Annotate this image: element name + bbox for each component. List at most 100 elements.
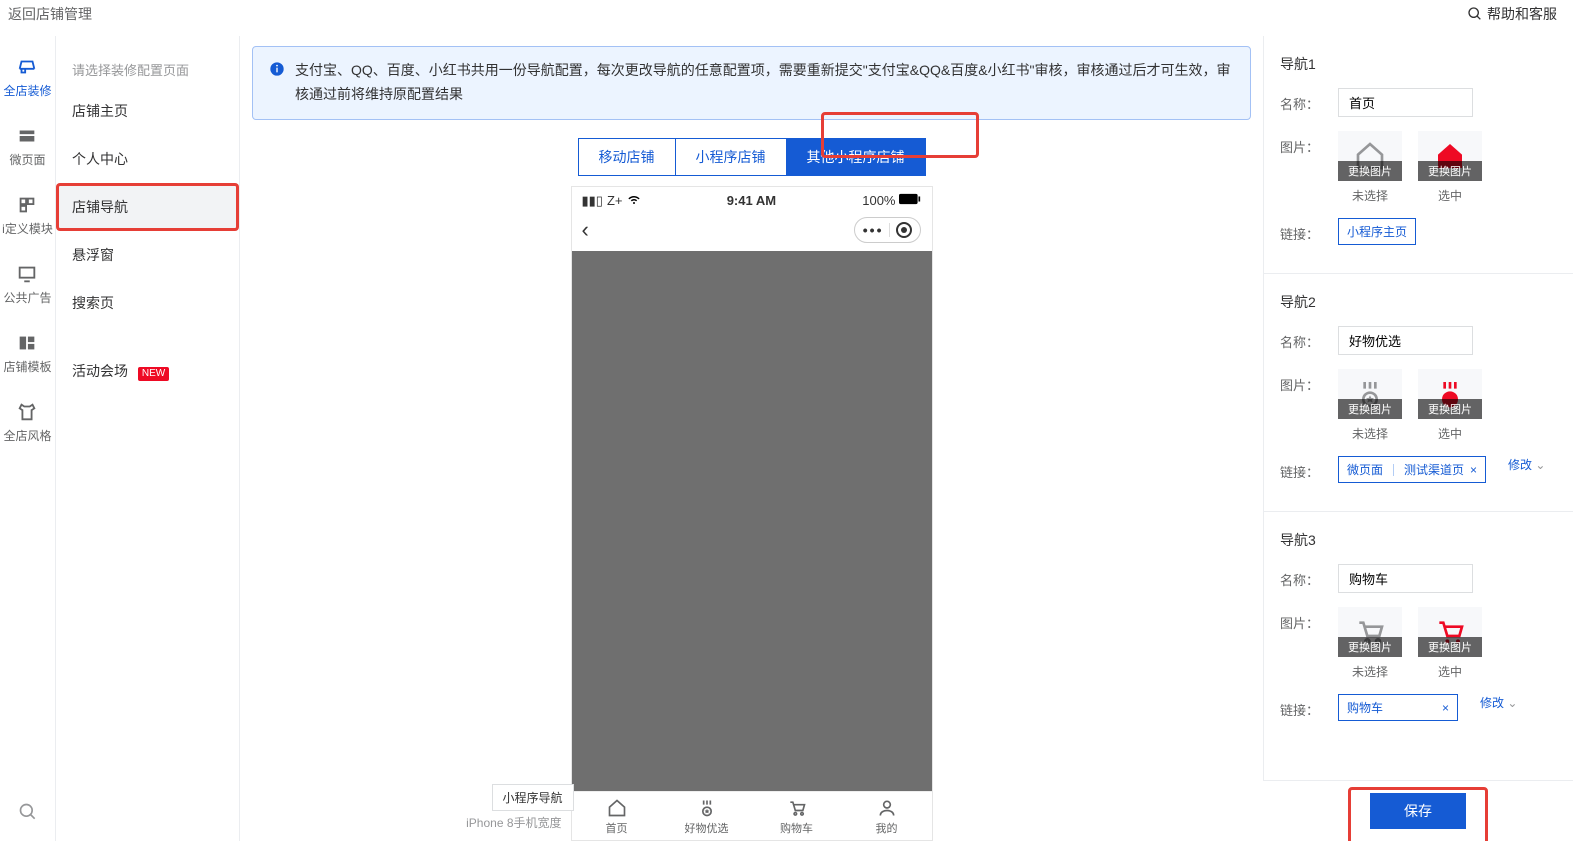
home-icon [607, 798, 627, 818]
help-link[interactable]: 帮助和客服 [1467, 4, 1557, 24]
subtab-other-miniprogram[interactable]: 其他小程序店铺 [787, 138, 926, 176]
close-icon[interactable]: × [1470, 463, 1477, 477]
img-caption: 选中 [1438, 187, 1462, 204]
change-label: 更换图片 [1338, 637, 1402, 657]
cart-icon [787, 798, 807, 818]
workspace: 支付宝、QQ、百度、小红书共用一份导航配置，每次更改导航的任意配置项，需要重新提… [240, 36, 1263, 841]
highlight-box [1348, 787, 1488, 841]
phone-tab-home[interactable]: 首页 [572, 792, 662, 840]
img-selected[interactable]: 更换图片 [1418, 131, 1482, 181]
rail-item-custom[interactable]: i定义模块 [2, 194, 53, 237]
sidebar-item-personal[interactable]: 个人中心 [56, 135, 239, 183]
img-caption: 选中 [1438, 663, 1462, 680]
img-unselected[interactable]: 更换图片 [1338, 607, 1402, 657]
link-seg: 测试渠道页 [1404, 461, 1464, 478]
group-title: 导航1 [1280, 54, 1557, 74]
change-label: 更换图片 [1418, 399, 1482, 419]
img-selected[interactable]: 更换图片 [1418, 369, 1482, 419]
link-label: 链接： [1280, 694, 1326, 719]
page-icon [16, 125, 38, 147]
name-label: 名称： [1280, 564, 1326, 589]
link-tag[interactable]: 小程序主页 [1338, 218, 1416, 245]
icon-rail: 全店装修 微页面 i定义模块 公共广告 店铺模板 全店风格 [0, 36, 56, 841]
back-link[interactable]: 返回店铺管理 [8, 4, 92, 24]
phone-body [572, 251, 932, 791]
rail-item-publicad[interactable]: 公共广告 [3, 263, 51, 306]
miniprogram-capsule[interactable]: ••• [854, 217, 922, 243]
img-unselected[interactable]: 更换图片 [1338, 131, 1402, 181]
search-button[interactable] [18, 802, 38, 825]
change-label: 更换图片 [1418, 637, 1482, 657]
link-tag[interactable]: 微页面 测试渠道页 × [1338, 456, 1486, 483]
name-input[interactable] [1338, 564, 1473, 593]
sidebar-hint: 请选择装修配置页面 [56, 52, 239, 87]
rail-item-micropage[interactable]: 微页面 [9, 125, 45, 168]
subtab-mobile[interactable]: 移动店铺 [578, 138, 676, 176]
sidebar-item-search[interactable]: 搜索页 [56, 279, 239, 327]
name-input[interactable] [1338, 326, 1473, 355]
phone-tabbar: 首页 好物优选 购物车 我的 [572, 791, 932, 840]
back-icon[interactable]: ‹ [582, 217, 589, 243]
name-input[interactable] [1338, 88, 1473, 117]
phone-preview: ▮▮▯ Z+ 9:41 AM 100% [571, 186, 933, 841]
link-tag[interactable]: 购物车 × [1338, 694, 1458, 721]
img-unselected[interactable]: 更换图片 [1338, 369, 1402, 419]
img-caption: 未选择 [1352, 663, 1388, 680]
close-icon[interactable]: × [1442, 701, 1449, 715]
img-label: 图片： [1280, 131, 1326, 156]
sidebar-item-float[interactable]: 悬浮窗 [56, 231, 239, 279]
img-caption: 选中 [1438, 425, 1462, 442]
link-label: 链接： [1280, 456, 1326, 481]
group-title: 导航3 [1280, 530, 1557, 550]
rail-item-style[interactable]: 全店风格 [3, 401, 51, 444]
wifi-icon [627, 193, 641, 208]
rail-item-decorate[interactable]: 全店装修 [3, 56, 51, 99]
change-label: 更换图片 [1418, 161, 1482, 181]
template-icon [16, 332, 38, 354]
signal-icon: ▮▮▯ [582, 193, 603, 209]
name-label: 名称： [1280, 326, 1326, 351]
nav-group-3: 导航3 名称： 图片： 更换图片 未选择 [1280, 530, 1557, 721]
info-icon [269, 61, 285, 107]
phone-statusbar: ▮▮▯ Z+ 9:41 AM 100% [572, 187, 932, 211]
sidebar-item-activity[interactable]: 活动会场 NEW [56, 347, 239, 395]
subtab-miniprogram[interactable]: 小程序店铺 [676, 138, 787, 176]
carrier-label: Z+ [607, 193, 623, 208]
phone-tab-mine[interactable]: 我的 [842, 792, 932, 840]
medal-icon [697, 798, 717, 818]
sidebar-item-label: 活动会场 [72, 363, 128, 379]
monitor-icon [16, 263, 38, 285]
img-caption: 未选择 [1352, 425, 1388, 442]
nav-group-1: 导航1 名称： 图片： 更换图片 未选择 [1280, 54, 1557, 245]
phone-tab-cart[interactable]: 购物车 [752, 792, 842, 840]
sidebar-item-home[interactable]: 店铺主页 [56, 87, 239, 135]
rail-label: 全店装修 [3, 82, 51, 99]
rail-item-template[interactable]: 店铺模板 [3, 332, 51, 375]
tab-label: 购物车 [780, 820, 813, 836]
modify-link[interactable]: 修改 [1508, 456, 1545, 473]
sidebar: 请选择装修配置页面 店铺主页 个人中心 店铺导航 悬浮窗 搜索页 活动会场 NE… [56, 36, 240, 841]
tab-label: 我的 [876, 820, 898, 836]
user-icon [877, 798, 897, 818]
img-caption: 未选择 [1352, 187, 1388, 204]
battery-label: 100% [862, 193, 895, 208]
modify-link[interactable]: 修改 [1480, 694, 1517, 711]
menu-dots-icon: ••• [863, 222, 884, 238]
rail-label: 微页面 [9, 151, 45, 168]
nav-component-label[interactable]: 小程序导航 [492, 784, 574, 811]
sidebar-item-nav[interactable]: 店铺导航 [56, 183, 239, 231]
shirt-icon [16, 401, 38, 423]
search-icon [1467, 6, 1483, 22]
alert-text: 支付宝、QQ、百度、小红书共用一份导航配置，每次更改导航的任意配置项，需要重新提… [295, 59, 1234, 107]
rail-label: 店铺模板 [3, 358, 51, 375]
rail-label: 公共广告 [3, 289, 51, 306]
phone-tab-featured[interactable]: 好物优选 [662, 792, 752, 840]
tab-label: 好物优选 [685, 820, 729, 836]
img-selected[interactable]: 更换图片 [1418, 607, 1482, 657]
save-bar: 保存 [1263, 780, 1573, 841]
link-label: 链接： [1280, 218, 1326, 243]
img-label: 图片： [1280, 607, 1326, 632]
module-icon [16, 194, 38, 216]
img-label: 图片： [1280, 369, 1326, 394]
phone-navbar: ‹ ••• [572, 211, 932, 251]
